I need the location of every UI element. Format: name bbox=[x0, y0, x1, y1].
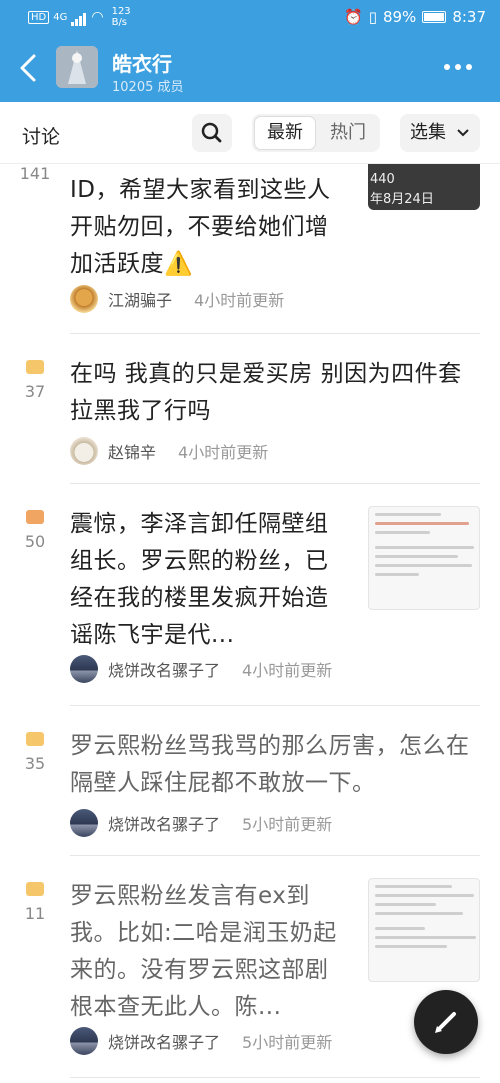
battery-percent: 89% bbox=[382, 8, 417, 26]
author-name[interactable]: 赵锦辛 bbox=[108, 439, 156, 463]
search-button[interactable] bbox=[192, 114, 232, 152]
battery-icon bbox=[422, 11, 447, 23]
back-button[interactable] bbox=[14, 48, 44, 88]
alarm-icon: ⏰ bbox=[344, 8, 363, 26]
avatar[interactable] bbox=[70, 809, 98, 837]
reply-count: 37 bbox=[14, 360, 56, 401]
hd-badge: HD bbox=[28, 10, 50, 24]
update-time: 4小时前更新 bbox=[194, 291, 285, 310]
wifi-icon: ◠ bbox=[91, 9, 104, 25]
update-time: 5小时前更新 bbox=[242, 1033, 333, 1052]
sort-toggle: 最新 热门 bbox=[252, 114, 380, 152]
sort-newest-button[interactable]: 最新 bbox=[254, 116, 316, 150]
network-speed: 123 B/s bbox=[111, 6, 131, 28]
avatar[interactable] bbox=[70, 285, 98, 313]
author-name[interactable]: 江湖骗子 bbox=[108, 287, 172, 311]
list-item[interactable]: 37 在吗 我真的只是爱买房 别因为四件套拉黑我了行吗 赵锦辛 4小时前更新 bbox=[0, 334, 500, 484]
signal-icon bbox=[71, 8, 87, 26]
avatar[interactable] bbox=[70, 437, 98, 465]
vibrate-icon: ▯ bbox=[368, 8, 377, 26]
post-list: 141 ID，希望大家看到这些人开贴勿回，不要给她们增加活跃度⚠️ 440 年8… bbox=[0, 164, 500, 1083]
update-time: 4小时前更新 bbox=[178, 443, 269, 462]
episode-filter-button[interactable]: 选集 bbox=[400, 114, 480, 152]
comment-icon bbox=[26, 882, 44, 896]
status-bar: HD 4G ◠ 123 B/s ⏰ ▯ 89% 8:37 bbox=[0, 0, 500, 34]
more-dots-icon bbox=[444, 64, 450, 70]
post-title: 罗云熙粉丝骂我骂的那么厉害，怎么在隔壁人踩住屁都不敢放一下。 bbox=[70, 733, 470, 796]
more-button[interactable] bbox=[444, 64, 472, 70]
post-thumbnail: 440 年8月24日 bbox=[368, 164, 480, 210]
reply-count: 11 bbox=[14, 882, 56, 923]
reply-count: 141 bbox=[19, 164, 51, 183]
author-name[interactable]: 烧饼改名骡子了 bbox=[108, 1029, 220, 1053]
avatar[interactable] bbox=[70, 1027, 98, 1055]
network-type: 4G bbox=[53, 11, 68, 23]
post-title: ID，希望大家看到这些人开贴勿回，不要给她们增加活跃度⚠️ bbox=[70, 177, 331, 277]
sort-hot-button[interactable]: 热门 bbox=[318, 116, 378, 150]
clock: 8:37 bbox=[452, 8, 486, 26]
group-avatar[interactable] bbox=[56, 46, 98, 88]
reply-count: 50 bbox=[14, 510, 56, 551]
post-title: 罗云熙粉丝发言有ex到我。比如:二哈是润玉奶起来的。没有罗云熙这部剧根本查无此人… bbox=[70, 883, 337, 1020]
post-title: 震惊，李泽言卸任隔壁组组长。罗云熙的粉丝，已经在我的楼里发疯开始造谣陈飞宇是代.… bbox=[70, 511, 329, 648]
post-thumbnail bbox=[368, 878, 480, 982]
list-item[interactable]: 35 罗云熙粉丝骂我骂的那么厉害，怎么在隔壁人踩住屁都不敢放一下。 烧饼改名骡子… bbox=[0, 706, 500, 856]
search-icon bbox=[201, 122, 222, 143]
reply-count: 35 bbox=[14, 732, 56, 773]
list-item[interactable]: 50 震惊，李泽言卸任隔壁组组长。罗云熙的粉丝，已经在我的楼里发疯开始造谣陈飞宇… bbox=[0, 484, 500, 706]
post-thumbnail bbox=[368, 506, 480, 610]
filter-label: 选集 bbox=[410, 122, 446, 143]
update-time: 4小时前更新 bbox=[242, 661, 333, 680]
group-name: 皓衣行 bbox=[112, 52, 172, 76]
author-name[interactable]: 烧饼改名骡子了 bbox=[108, 811, 220, 835]
comment-icon bbox=[26, 732, 44, 746]
pencil-icon bbox=[435, 1012, 456, 1033]
compose-button[interactable] bbox=[414, 990, 478, 1054]
tab-discussion[interactable]: 讨论 bbox=[22, 122, 60, 149]
update-time: 5小时前更新 bbox=[242, 815, 333, 834]
group-header: 皓衣行 10205 成员 bbox=[0, 34, 500, 102]
author-name[interactable]: 烧饼改名骡子了 bbox=[108, 657, 220, 681]
comment-icon bbox=[26, 510, 44, 524]
discussion-toolbar: 讨论 最新 热门 选集 bbox=[0, 102, 500, 164]
divider bbox=[70, 1077, 480, 1078]
chevron-down-icon bbox=[456, 114, 470, 167]
avatar[interactable] bbox=[70, 655, 98, 683]
chevron-left-icon bbox=[20, 54, 36, 82]
list-item[interactable]: 141 ID，希望大家看到这些人开贴勿回，不要给她们增加活跃度⚠️ 440 年8… bbox=[0, 164, 500, 334]
comment-icon bbox=[26, 360, 44, 374]
member-count: 10205 成员 bbox=[112, 80, 184, 95]
post-title: 在吗 我真的只是爱买房 别因为四件套拉黑我了行吗 bbox=[70, 361, 462, 424]
